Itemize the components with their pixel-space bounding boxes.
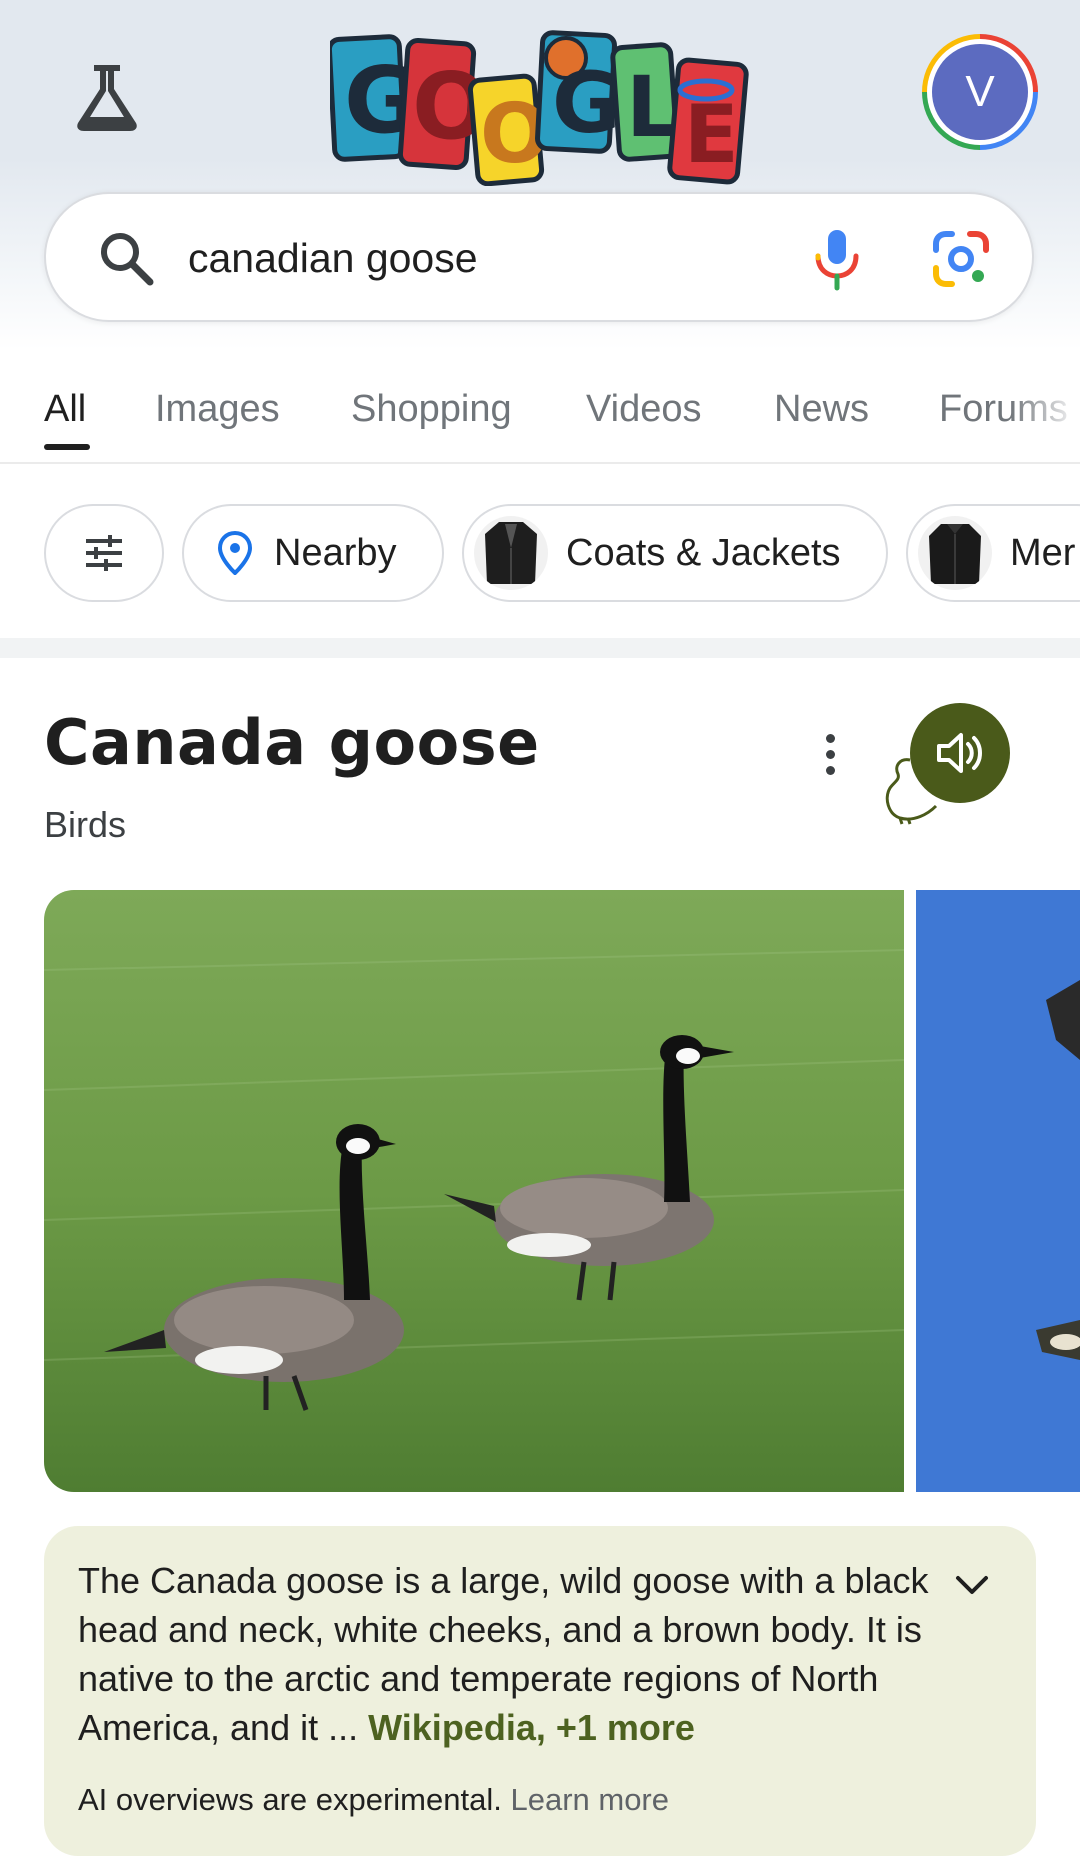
ai-overview-ellipsis: ... — [318, 1707, 369, 1748]
jacket-thumbnail — [474, 516, 548, 590]
account-avatar-button[interactable]: V — [922, 34, 1038, 150]
more-vert-icon[interactable] — [808, 724, 852, 784]
ai-overview-card[interactable]: The Canada goose is a large, wild goose … — [44, 1526, 1036, 1856]
knowledge-panel-title: Canada goose — [44, 706, 540, 779]
ai-overview-disclaimer: AI overviews are experimental. Learn mor… — [78, 1782, 669, 1818]
pronunciation-audio-button[interactable] — [910, 703, 1010, 803]
goose-photo-main[interactable] — [44, 890, 904, 1492]
jacket-thumbnail — [918, 516, 992, 590]
search-bar[interactable]: canadian goose — [44, 192, 1034, 322]
learn-more-link[interactable]: Learn more — [510, 1782, 669, 1817]
google-doodle-logo[interactable]: G O O G L E — [326, 28, 750, 187]
chevron-down-icon[interactable] — [952, 1570, 992, 1600]
knowledge-panel-subtitle: Birds — [44, 804, 127, 845]
search-input[interactable]: canadian goose — [188, 230, 478, 286]
search-icon[interactable] — [96, 228, 156, 288]
goose-photo-secondary[interactable] — [916, 890, 1080, 1492]
filter-chips: Nearby Coats & Jackets Mer — [0, 500, 1080, 606]
google-lens-icon[interactable] — [930, 228, 992, 290]
svg-text:G: G — [552, 54, 621, 152]
ai-overview-text: The Canada goose is a large, wild goose … — [78, 1556, 988, 1752]
svg-text:E: E — [684, 88, 739, 181]
tab-all[interactable]: All — [44, 388, 86, 431]
mens-chip[interactable]: Mer — [906, 504, 1080, 602]
search-labs-button[interactable] — [62, 52, 152, 142]
location-pin-icon — [218, 531, 252, 575]
volume-icon — [937, 733, 982, 773]
filter-sliders-icon — [86, 535, 122, 571]
tab-images[interactable]: Images — [155, 388, 280, 431]
flask-icon — [77, 65, 137, 131]
coats-jackets-chip[interactable]: Coats & Jackets — [462, 504, 888, 602]
nearby-chip[interactable]: Nearby — [182, 504, 444, 602]
search-tabs: All Images Shopping Videos News Forums — [0, 370, 1080, 464]
tab-shopping[interactable]: Shopping — [351, 388, 512, 431]
ai-overview-source-link[interactable]: Wikipedia, +1 more — [368, 1707, 695, 1748]
active-tab-indicator — [44, 444, 90, 450]
tab-news[interactable]: News — [774, 388, 869, 431]
filter-settings-chip[interactable] — [44, 504, 164, 602]
avatar: V — [932, 44, 1028, 140]
chip-label: Nearby — [274, 531, 397, 574]
chip-label: Coats & Jackets — [566, 531, 841, 574]
section-divider — [0, 638, 1080, 658]
disclaimer-text: AI overviews are experimental. — [78, 1782, 502, 1817]
mic-icon[interactable] — [802, 224, 872, 294]
tab-videos[interactable]: Videos — [586, 388, 702, 431]
chip-label: Mer — [1010, 531, 1076, 574]
